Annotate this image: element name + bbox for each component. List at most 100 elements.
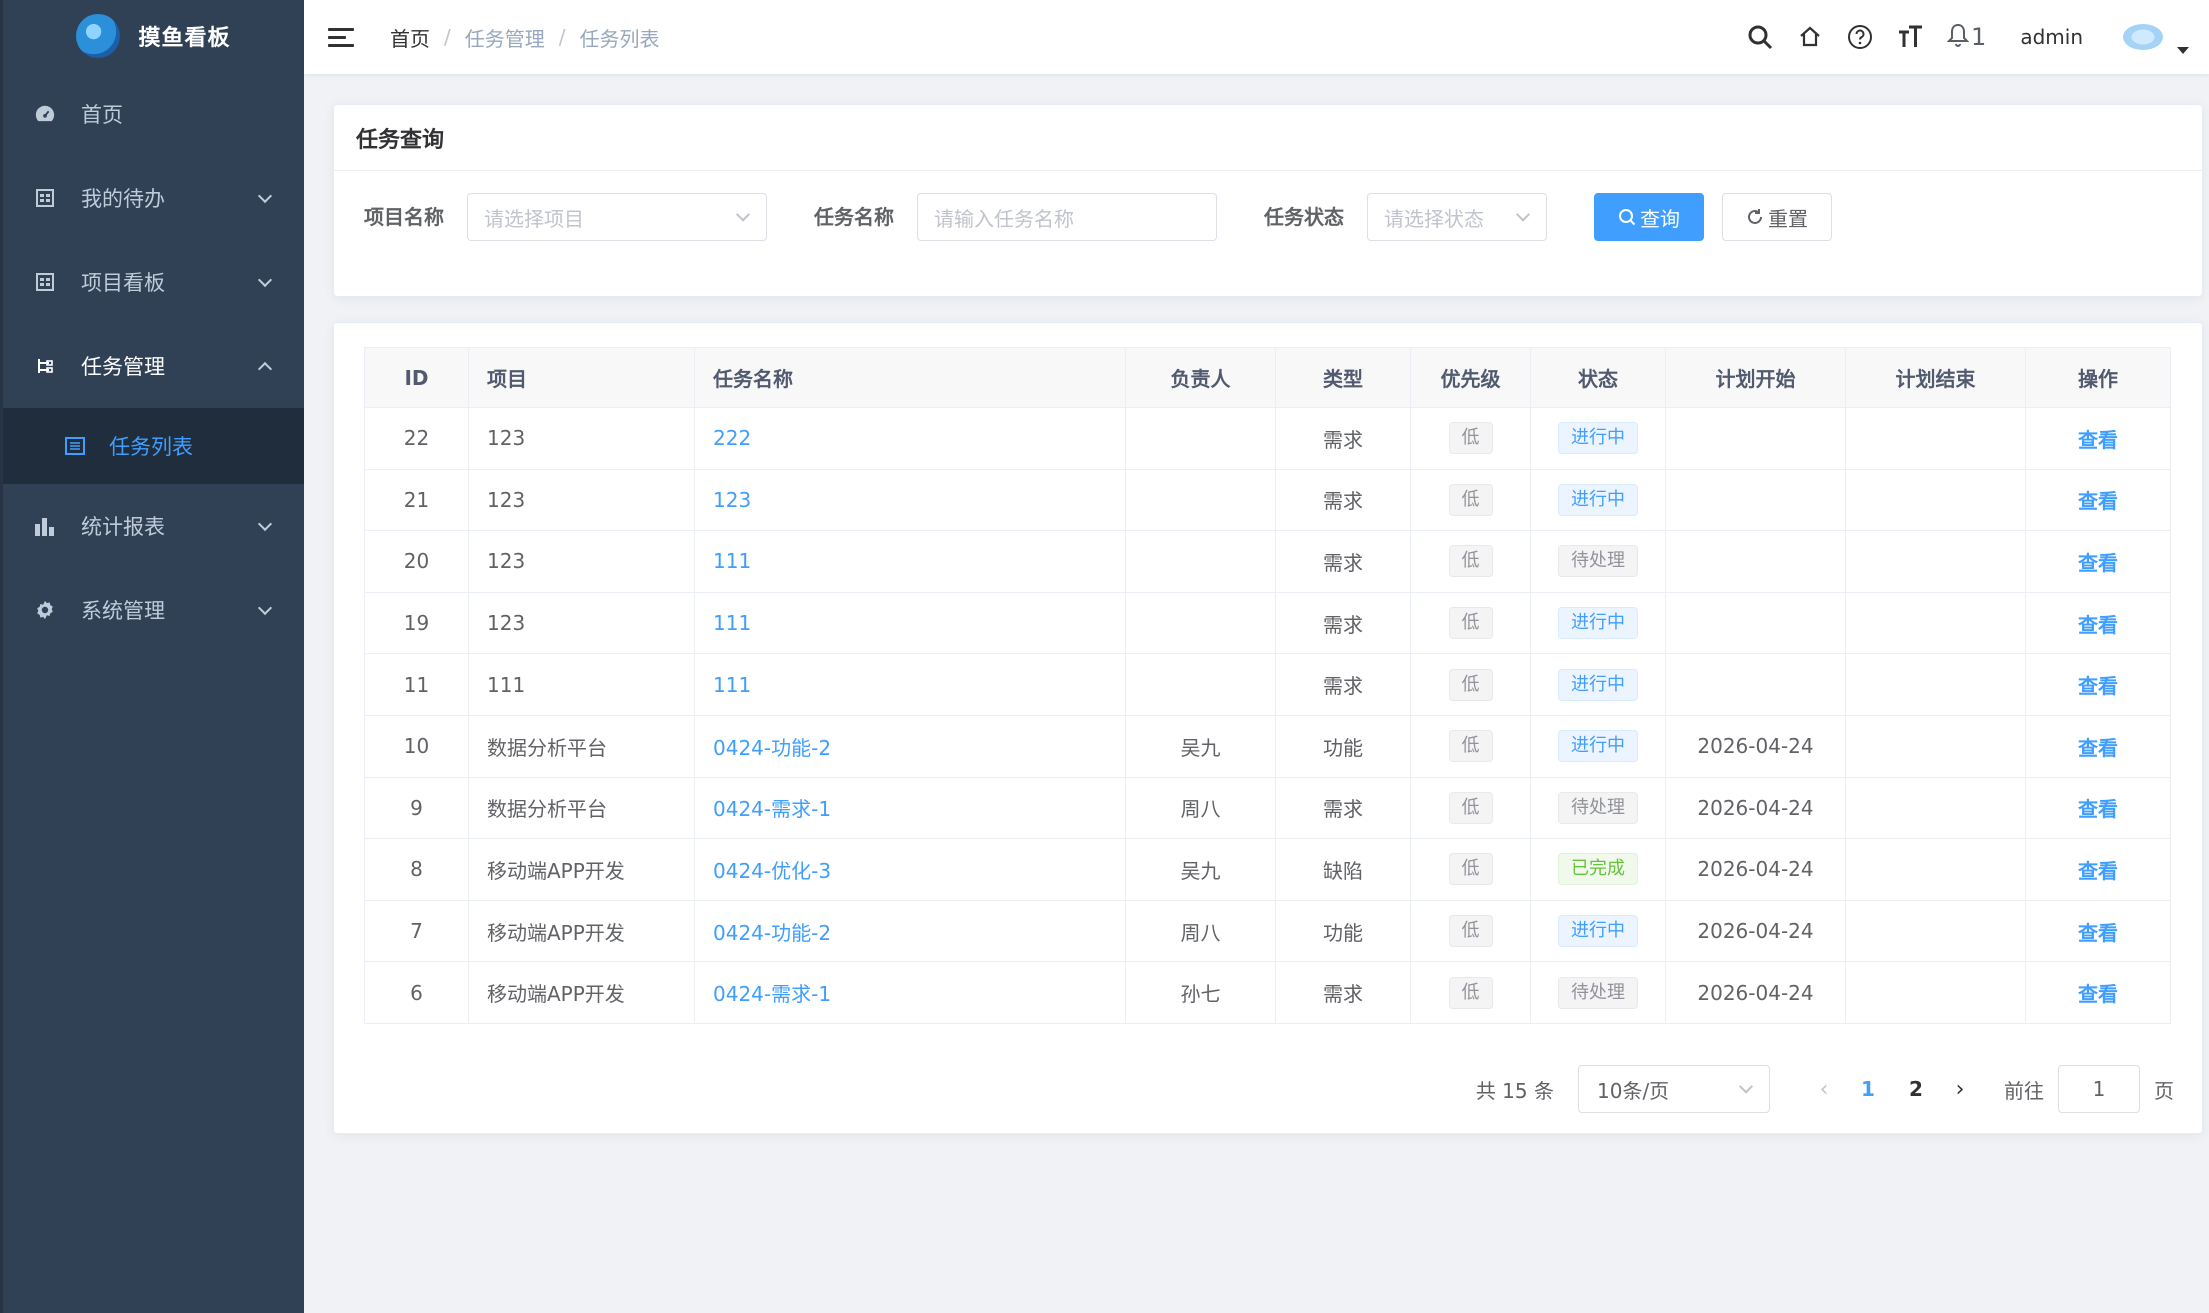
task-name-link[interactable]: 111 [713, 611, 751, 635]
view-button[interactable]: 查看 [2078, 921, 2118, 945]
task-name-link[interactable]: 111 [713, 673, 751, 697]
view-button[interactable]: 查看 [2078, 551, 2118, 575]
cell-owner: 吴九 [1125, 714, 1276, 778]
col-header-status[interactable]: 状态 [1530, 347, 1666, 408]
col-header-owner[interactable]: 负责人 [1125, 347, 1276, 408]
query-button[interactable]: 查询 [1594, 193, 1704, 241]
bar-chart-icon [33, 514, 57, 538]
list-icon [65, 437, 85, 455]
query-button-label: 查询 [1640, 206, 1680, 231]
sidebar-item-home[interactable]: 首页 [3, 72, 304, 156]
sidebar-subitem-task-list[interactable]: 任务列表 [3, 408, 304, 484]
col-header-plan-end[interactable]: 计划结束 [1845, 347, 2026, 408]
priority-tag: 低 [1448, 915, 1493, 948]
page-number[interactable]: 1 [1844, 1077, 1892, 1101]
reset-button[interactable]: 重置 [1722, 193, 1832, 241]
view-button[interactable]: 查看 [2078, 674, 2118, 698]
view-button[interactable]: 查看 [2078, 736, 2118, 760]
sidebar-item-reports[interactable]: 统计报表 [3, 484, 304, 568]
chevron-down-icon [257, 188, 273, 204]
cell-priority: 低 [1410, 530, 1531, 593]
font-size-icon[interactable] [1893, 20, 1927, 54]
priority-tag: 低 [1448, 791, 1493, 824]
table-row: 10 数据分析平台 0424-功能-2 吴九 功能 低 进行中 2026-04-24 查看 [364, 714, 2171, 778]
notifications[interactable]: 1 [1946, 22, 1986, 52]
caret-down-icon[interactable] [2177, 46, 2189, 54]
cell-priority: 低 [1410, 838, 1531, 901]
sidebar-item-label: 我的待办 [81, 187, 165, 211]
cell-actions: 查看 [2025, 714, 2171, 778]
avatar[interactable] [2123, 24, 2163, 50]
username[interactable]: admin [2020, 25, 2083, 49]
breadcrumb-separator: / [558, 25, 566, 49]
task-name-link[interactable]: 222 [713, 426, 751, 450]
cell-plan-start: 2026-04-24 [1665, 899, 1846, 963]
priority-tag: 低 [1448, 668, 1493, 701]
cell-plan-start [1665, 407, 1846, 470]
status-tag: 已完成 [1558, 853, 1638, 886]
help-icon[interactable] [1843, 20, 1877, 54]
view-button[interactable]: 查看 [2078, 428, 2118, 452]
task-name-link[interactable]: 0424-功能-2 [713, 921, 831, 945]
breadcrumb-home[interactable]: 首页 [390, 23, 430, 52]
col-header-id[interactable]: ID [364, 347, 469, 408]
cell-id: 22 [364, 407, 469, 470]
task-name-link[interactable]: 0424-需求-1 [713, 797, 831, 821]
collapse-menu-icon[interactable] [328, 26, 354, 48]
cell-status: 进行中 [1530, 591, 1666, 655]
view-button[interactable]: 查看 [2078, 859, 2118, 883]
view-button[interactable]: 查看 [2078, 489, 2118, 513]
col-header-priority[interactable]: 优先级 [1410, 347, 1531, 408]
home-icon[interactable] [1793, 20, 1827, 54]
cell-actions: 查看 [2025, 838, 2171, 901]
prev-page-icon[interactable]: ‹ [1804, 1077, 1844, 1102]
project-select[interactable]: 请选择项目 [467, 193, 767, 241]
task-name-input[interactable]: 请输入任务名称 [917, 193, 1217, 241]
cell-priority: 低 [1410, 407, 1531, 470]
goto-page-value: 1 [2092, 1077, 2106, 1101]
view-button[interactable]: 查看 [2078, 797, 2118, 821]
sidebar-item-my-todo[interactable]: 我的待办 [3, 156, 304, 240]
task-name-link[interactable]: 111 [713, 549, 751, 573]
view-button[interactable]: 查看 [2078, 982, 2118, 1006]
task-status-select[interactable]: 请选择状态 [1367, 193, 1547, 241]
sidebar-item-task-management[interactable]: 任务管理 [3, 324, 304, 408]
chevron-down-icon [1738, 1079, 1754, 1094]
cell-id: 9 [364, 776, 469, 840]
task-name-placeholder: 请输入任务名称 [934, 206, 1074, 231]
cell-plan-end [1845, 591, 2026, 655]
logo[interactable]: 摸鱼看板 [3, 0, 304, 72]
table-row: 20 123 111 需求 低 待处理 查看 [364, 530, 2171, 593]
task-name-link[interactable]: 0424-优化-3 [713, 859, 831, 883]
priority-tag: 低 [1448, 730, 1493, 763]
next-page-icon[interactable]: › [1940, 1077, 1980, 1102]
col-header-task-name[interactable]: 任务名称 [694, 347, 1126, 408]
view-button[interactable]: 查看 [2078, 613, 2118, 637]
col-header-project[interactable]: 项目 [468, 347, 695, 408]
col-header-plan-start[interactable]: 计划开始 [1665, 347, 1846, 408]
cell-plan-end [1845, 961, 2026, 1024]
task-name-link[interactable]: 123 [713, 488, 751, 512]
task-name-link[interactable]: 0424-功能-2 [713, 736, 831, 760]
page-suffix: 页 [2154, 1078, 2174, 1103]
col-header-type[interactable]: 类型 [1275, 347, 1411, 408]
cell-project: 123 [468, 407, 695, 470]
page-number[interactable]: 2 [1892, 1077, 1940, 1101]
sidebar-item-label: 项目看板 [81, 271, 165, 295]
sidebar-item-system[interactable]: 系统管理 [3, 568, 304, 652]
sidebar-item-project-board[interactable]: 项目看板 [3, 240, 304, 324]
table-row: 6 移动端APP开发 0424-需求-1 孙七 需求 低 待处理 2026-04-24 查看 [364, 961, 2171, 1024]
status-tag: 进行中 [1558, 668, 1638, 701]
cell-project: 数据分析平台 [468, 714, 695, 778]
status-tag: 进行中 [1558, 422, 1638, 455]
goto-page-input[interactable]: 1 [2058, 1065, 2140, 1113]
search-icon[interactable] [1743, 20, 1777, 54]
status-tag: 待处理 [1558, 545, 1638, 578]
cell-owner [1125, 591, 1276, 655]
sidebar-item-label: 首页 [81, 103, 123, 127]
cell-plan-start: 2026-04-24 [1665, 714, 1846, 778]
dashboard-icon [33, 102, 57, 126]
cell-actions: 查看 [2025, 468, 2171, 532]
task-name-link[interactable]: 0424-需求-1 [713, 982, 831, 1006]
page-size-select[interactable]: 10条/页 [1578, 1065, 1770, 1113]
